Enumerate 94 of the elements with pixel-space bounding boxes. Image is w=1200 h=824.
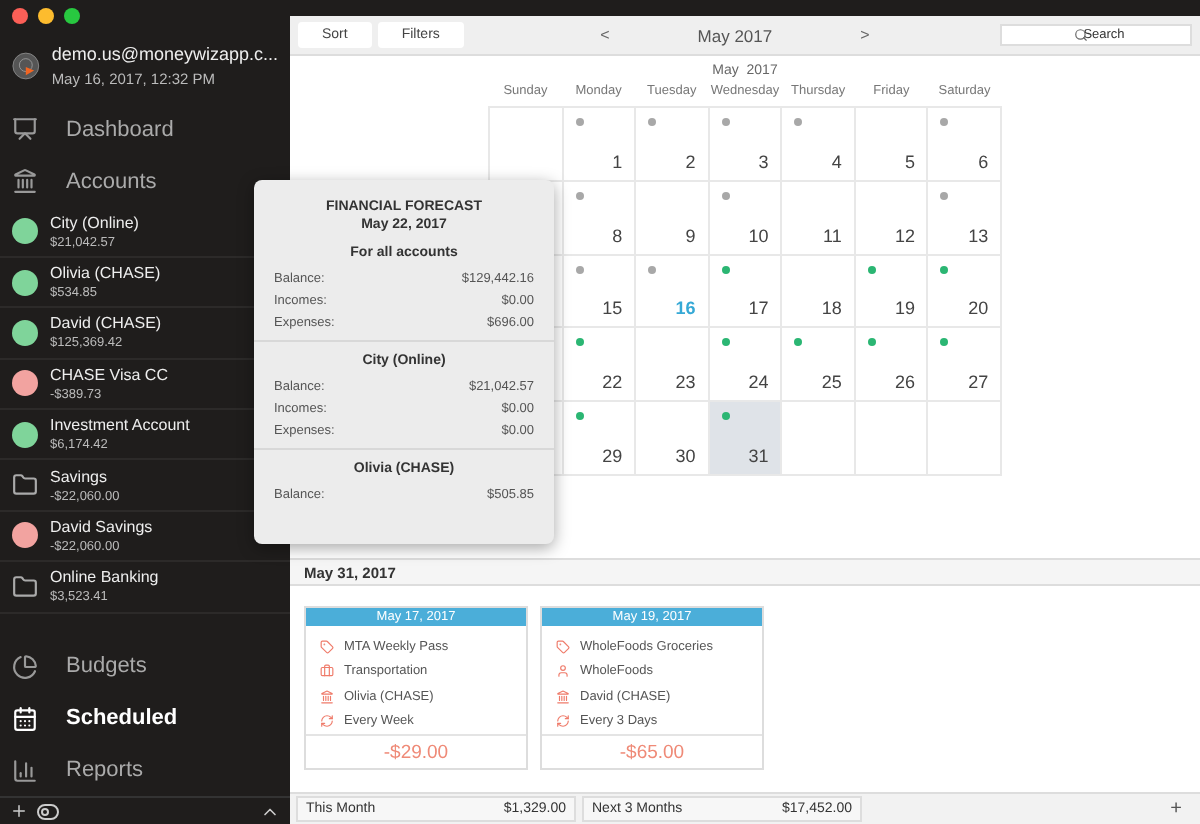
nav-item[interactable]: Reports — [0, 744, 290, 797]
add-icon[interactable] — [10, 802, 28, 821]
day-number: 5 — [904, 151, 915, 172]
day-number: 10 — [748, 225, 769, 246]
calendar-day[interactable]: 19 — [855, 255, 929, 329]
account-name: Investment Account — [50, 416, 190, 435]
calendar-icon — [12, 705, 38, 732]
day-number: 22 — [602, 372, 623, 393]
calendar-day[interactable]: 29 — [563, 402, 637, 476]
bar-chart-icon — [12, 757, 38, 784]
calendar-day[interactable]: 8 — [563, 181, 637, 256]
card-amount: -$29.00 — [306, 734, 526, 768]
folder-icon — [12, 472, 38, 499]
account-name: CHASE Visa CC — [50, 365, 168, 384]
add-button[interactable]: + — [1158, 798, 1194, 820]
calendar-day[interactable]: 17 — [709, 255, 783, 329]
day-number: 17 — [748, 298, 769, 319]
nav-item[interactable]: Accounts — [0, 155, 290, 208]
previous-button[interactable]: < — [592, 26, 618, 44]
person-icon — [556, 664, 570, 679]
tag-icon — [556, 639, 570, 654]
folder-icon — [12, 573, 38, 600]
day-number: 19 — [894, 298, 915, 319]
day-number: 9 — [685, 225, 696, 246]
calendar-day[interactable]: 5 — [855, 108, 929, 182]
day-number: 27 — [968, 372, 989, 393]
month-title: May 2017 — [695, 25, 775, 45]
day-number: 18 — [821, 298, 842, 319]
day-number: 31 — [748, 445, 769, 466]
day-number: 16 — [675, 298, 696, 319]
zoom-button[interactable] — [64, 8, 80, 24]
day-number: 4 — [831, 151, 842, 172]
day-number: 12 — [894, 225, 915, 246]
calendar-day[interactable]: 25 — [782, 328, 856, 403]
nav-item[interactable]: Budgets — [0, 640, 290, 693]
day-number: 26 — [894, 372, 915, 393]
calendar-day[interactable]: 23 — [636, 328, 710, 403]
briefcase-icon — [320, 664, 334, 679]
calendar-day[interactable]: 31 — [709, 402, 783, 476]
day-number: 1 — [612, 151, 623, 172]
calendar-day[interactable]: 10 — [709, 181, 783, 256]
profile-email: demo.us@moneywizapp.c... — [51, 43, 278, 64]
calendar-day[interactable]: 15 — [563, 255, 637, 329]
toggle-icon[interactable] — [36, 799, 60, 824]
day-number: 30 — [675, 445, 696, 466]
calendar-day[interactable]: 4 — [782, 108, 856, 182]
day-number: 6 — [978, 151, 989, 172]
account-name: Online Banking — [50, 568, 159, 587]
search-icon — [1074, 28, 1088, 42]
calendar-day[interactable]: 2 — [636, 108, 710, 182]
repeat-icon — [320, 714, 334, 729]
account-name: David (CHASE) — [50, 314, 162, 333]
day-number: 15 — [602, 298, 623, 319]
calendar-day[interactable]: 6 — [928, 108, 1003, 182]
nav-item[interactable]: Dashboard — [0, 103, 290, 156]
account-name: City (Online) — [50, 213, 139, 232]
calendar-day[interactable]: 9 — [636, 181, 710, 256]
day-number: 24 — [748, 372, 769, 393]
account-name: David Savings — [50, 517, 153, 536]
nav-item[interactable]: Scheduled — [0, 692, 290, 745]
calendar-day[interactable]: 3 — [709, 108, 783, 182]
day-number: 23 — [675, 372, 696, 393]
account-name: Savings — [50, 467, 109, 486]
repeat-icon — [556, 714, 570, 729]
day-number: 20 — [968, 298, 989, 319]
next-button[interactable]: > — [852, 26, 878, 44]
day-number: 25 — [821, 372, 842, 393]
dashboard-icon — [12, 116, 38, 143]
calendar-day[interactable]: 22 — [563, 328, 637, 403]
day-number: 3 — [758, 151, 769, 172]
day-number: 2 — [685, 151, 696, 172]
calendar-day[interactable]: 13 — [928, 181, 1003, 256]
day-number: 8 — [612, 225, 623, 246]
day-number: 13 — [968, 225, 989, 246]
bank-icon — [12, 168, 38, 195]
calendar-day[interactable]: 24 — [709, 328, 783, 403]
calendar-day[interactable]: 11 — [782, 181, 856, 256]
tag-icon — [320, 639, 334, 654]
minimize-button[interactable] — [38, 8, 54, 24]
close-button[interactable] — [12, 8, 28, 24]
bank-icon — [320, 689, 334, 704]
calendar-day[interactable]: 30 — [636, 402, 710, 476]
calendar-day[interactable]: 12 — [855, 181, 929, 256]
bank-icon — [556, 689, 570, 704]
calendar-day[interactable]: 27 — [928, 328, 1003, 403]
calendar-day[interactable]: 18 — [782, 255, 856, 329]
calendar-day[interactable]: 1 — [563, 108, 637, 182]
pie-chart-icon — [12, 653, 38, 680]
day-number: 29 — [602, 445, 623, 466]
day-number: 11 — [823, 225, 842, 246]
account-name: Olivia (CHASE) — [50, 264, 161, 283]
calendar-day[interactable]: 26 — [855, 328, 929, 403]
calendar-day[interactable]: 20 — [928, 255, 1003, 329]
card-amount: -$65.00 — [542, 734, 762, 768]
